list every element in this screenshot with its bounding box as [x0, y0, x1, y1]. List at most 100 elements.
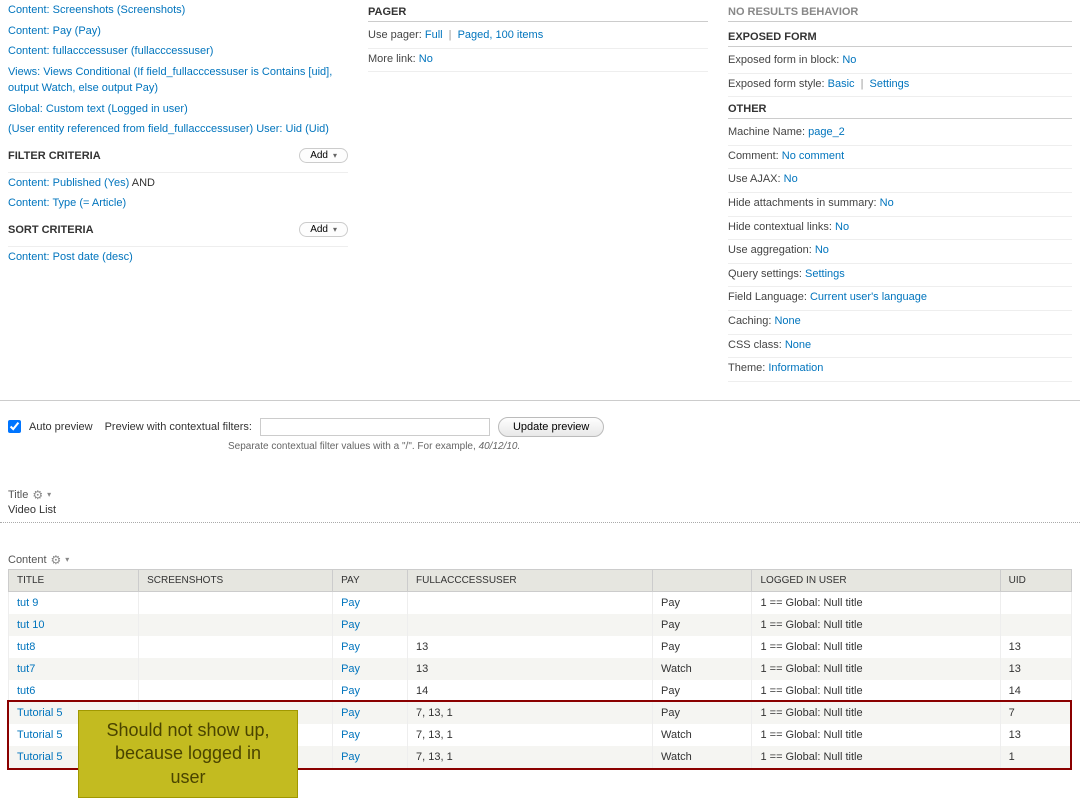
update-preview-button[interactable]: Update preview [498, 417, 604, 437]
other-link[interactable]: page_2 [808, 126, 845, 138]
row-uid: 1 [1000, 746, 1071, 768]
gear-icon[interactable]: ⚙ [51, 553, 62, 567]
hint-example: 40/12/10. [479, 441, 521, 452]
chevron-down-icon[interactable]: ▾ [65, 555, 69, 564]
other-link[interactable]: Settings [805, 268, 845, 280]
auto-preview-checkbox[interactable] [8, 420, 21, 433]
exposed-form-heading: EXPOSED FORM [728, 25, 1072, 47]
row-pay[interactable]: Pay [341, 597, 360, 609]
row-watch: Pay [652, 614, 752, 636]
field-link[interactable]: (User entity referenced from field_fulla… [8, 123, 329, 135]
annotation-overlay: Should not show up, because logged in us… [78, 710, 298, 798]
row-screenshots [139, 680, 333, 702]
pager-link[interactable]: Paged, 100 items [458, 29, 544, 41]
row-screenshots [139, 658, 333, 680]
filter-add-button[interactable]: Add [299, 148, 348, 163]
sort-item[interactable]: Content: Post date (desc) [8, 251, 133, 263]
other-link[interactable]: None [774, 315, 800, 327]
row-pay[interactable]: Pay [341, 751, 360, 763]
row-pay[interactable]: Pay [341, 641, 360, 653]
row-full: 7, 13, 1 [408, 746, 653, 768]
view-title: Video List [0, 504, 1080, 518]
row-title[interactable]: Tutorial 5 [17, 751, 62, 763]
row-uid: 7 [1000, 702, 1071, 724]
row-pay[interactable]: Pay [341, 663, 360, 675]
other-link[interactable]: No [835, 221, 849, 233]
filter-item[interactable]: Content: Published (Yes) [8, 177, 129, 189]
auto-preview-label: Auto preview [29, 421, 93, 433]
other-link[interactable]: No comment [782, 150, 844, 162]
row-watch: Watch [652, 658, 752, 680]
row-title[interactable]: tut8 [17, 641, 35, 653]
other-link[interactable]: None [785, 339, 811, 351]
other-link[interactable]: No [784, 173, 798, 185]
row-title[interactable]: tut 10 [17, 619, 45, 631]
contextual-filter-label: Preview with contextual filters: [105, 421, 252, 433]
other-heading: OTHER [728, 97, 1072, 119]
content-section-label: Content [8, 554, 47, 566]
filter-item[interactable]: Content: Type (= Article) [8, 197, 126, 209]
hint-text: Separate contextual filter values with a… [228, 441, 479, 452]
field-link[interactable]: Content: Pay (Pay) [8, 25, 101, 37]
row-full: 13 [408, 636, 653, 658]
field-link[interactable]: Global: Custom text (Logged in user) [8, 103, 188, 115]
column-header[interactable]: LOGGED IN USER [752, 569, 1000, 591]
other-link[interactable]: Current user's language [810, 291, 927, 303]
row-logged: 1 == Global: Null title [752, 591, 1000, 614]
row-uid: 14 [1000, 680, 1071, 702]
other-link[interactable]: No [815, 244, 829, 256]
pager-label: Use pager: [368, 29, 425, 41]
chevron-down-icon[interactable]: ▾ [47, 490, 51, 499]
column-header[interactable]: PAY [333, 569, 408, 591]
row-title[interactable]: tut 9 [17, 597, 38, 609]
row-logged: 1 == Global: Null title [752, 746, 1000, 768]
row-pay[interactable]: Pay [341, 729, 360, 741]
exposed-link[interactable]: Basic [828, 78, 855, 90]
row-title[interactable]: tut7 [17, 663, 35, 675]
row-logged: 1 == Global: Null title [752, 614, 1000, 636]
column-header[interactable]: TITLE [9, 569, 139, 591]
exposed-label: Exposed form in block: [728, 54, 842, 66]
other-label: Query settings: [728, 268, 805, 280]
row-logged: 1 == Global: Null title [752, 702, 1000, 724]
table-row: tut7Pay13Watch1 == Global: Null title13 [9, 658, 1072, 680]
field-link[interactable]: Views: Views Conditional (If field_fulla… [8, 66, 332, 95]
table-row: tut 10PayPay1 == Global: Null title [9, 614, 1072, 636]
field-link[interactable]: Content: fullacccessuser (fullacccessuse… [8, 45, 213, 57]
row-watch: Pay [652, 591, 752, 614]
table-row: tut8Pay13Pay1 == Global: Null title13 [9, 636, 1072, 658]
row-pay[interactable]: Pay [341, 685, 360, 697]
exposed-link[interactable]: Settings [870, 78, 910, 90]
row-uid [1000, 614, 1071, 636]
pager-link[interactable]: No [419, 53, 433, 65]
row-watch: Watch [652, 746, 752, 768]
row-uid [1000, 591, 1071, 614]
other-label: Comment: [728, 150, 782, 162]
pager-link[interactable]: Full [425, 29, 443, 41]
filter-criteria-heading: FILTER CRITERIA [8, 144, 101, 165]
exposed-link[interactable]: No [842, 54, 856, 66]
row-pay[interactable]: Pay [341, 707, 360, 719]
row-logged: 1 == Global: Null title [752, 636, 1000, 658]
sort-add-button[interactable]: Add [299, 222, 348, 237]
row-pay[interactable]: Pay [341, 619, 360, 631]
row-logged: 1 == Global: Null title [752, 658, 1000, 680]
column-header[interactable] [652, 569, 752, 591]
column-header[interactable]: UID [1000, 569, 1071, 591]
row-title[interactable]: tut6 [17, 685, 35, 697]
row-uid: 13 [1000, 636, 1071, 658]
column-header[interactable]: SCREENSHOTS [139, 569, 333, 591]
row-title[interactable]: Tutorial 5 [17, 707, 62, 719]
contextual-filter-input[interactable] [260, 418, 490, 436]
pager-heading: PAGER [368, 0, 708, 22]
other-label: Field Language: [728, 291, 810, 303]
row-watch: Pay [652, 680, 752, 702]
other-link[interactable]: Information [768, 362, 823, 374]
other-link[interactable]: No [880, 197, 894, 209]
gear-icon[interactable]: ⚙ [32, 488, 43, 502]
column-header[interactable]: FULLACCCESSUSER [408, 569, 653, 591]
field-link[interactable]: Content: Screenshots (Screenshots) [8, 4, 185, 16]
row-title[interactable]: Tutorial 5 [17, 729, 62, 741]
row-full: 13 [408, 658, 653, 680]
row-watch: Pay [652, 636, 752, 658]
